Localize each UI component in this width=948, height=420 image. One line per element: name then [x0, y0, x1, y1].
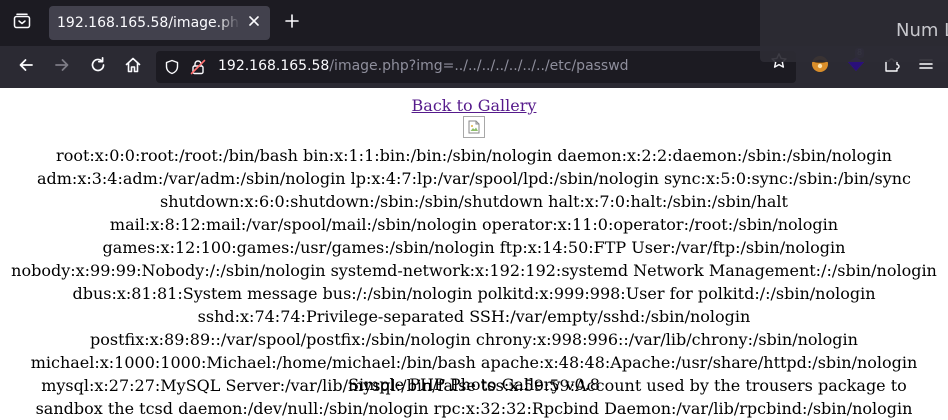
page-content: Back to Gallery root:x:0:0:root:/root:/b…: [0, 88, 948, 418]
arrow-right-icon: [53, 56, 71, 78]
back-button[interactable]: [14, 55, 38, 79]
broken-image-icon: [463, 116, 485, 138]
url-text[interactable]: 192.168.165.58/image.php?img=../../../..…: [218, 58, 629, 74]
arrow-left-icon: [17, 56, 35, 78]
new-tab-button[interactable]: [281, 12, 303, 34]
home-button[interactable]: [121, 55, 145, 79]
tab-active[interactable]: 192.168.165.58/image.php?img=../../../..…: [49, 6, 270, 40]
tab-list-button[interactable]: [10, 12, 34, 34]
tab-list-icon: [13, 13, 31, 33]
home-icon: [124, 56, 142, 78]
plus-icon: [284, 13, 300, 33]
insecure-lock-icon[interactable]: [190, 59, 206, 75]
url-bar[interactable]: 192.168.165.58/image.php?img=../../../..…: [156, 51, 796, 83]
tab-close-button[interactable]: [244, 13, 264, 33]
tab-title: 192.168.165.58/image.php?img=../../../..…: [57, 15, 240, 31]
back-to-gallery-link[interactable]: Back to Gallery: [412, 96, 537, 115]
forward-button[interactable]: [50, 55, 74, 79]
close-icon: [248, 15, 260, 31]
num-lock-osd-text: Num Lock: [896, 20, 948, 41]
shield-icon[interactable]: [164, 59, 180, 75]
gallery-header: Back to Gallery: [0, 96, 948, 138]
reload-icon: [89, 56, 107, 78]
reload-button[interactable]: [86, 55, 110, 79]
url-path: /image.php?img=../../../../../../../etc/…: [329, 58, 629, 74]
gallery-footer: Simple PHP Photo Gallery v0.8: [348, 375, 600, 394]
url-host: 192.168.165.58: [218, 58, 330, 74]
